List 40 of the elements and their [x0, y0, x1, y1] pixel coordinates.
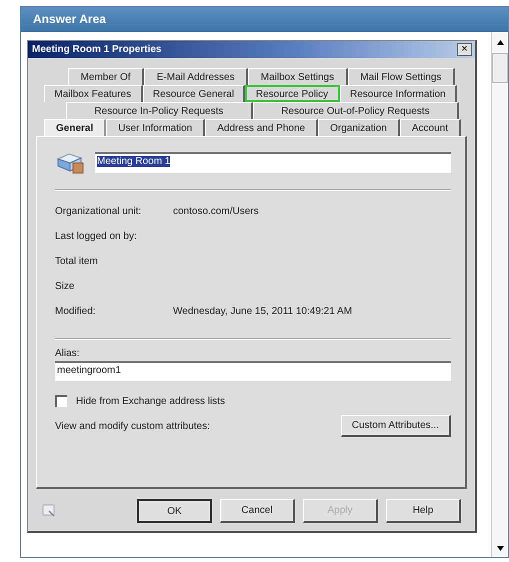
- close-button[interactable]: ×: [457, 43, 472, 56]
- tab[interactable]: Resource Out-of-Policy Requests: [252, 102, 460, 119]
- tab[interactable]: Member Of: [68, 68, 144, 85]
- tab[interactable]: E-Mail Addresses: [144, 68, 248, 85]
- checkbox[interactable]: [55, 395, 67, 407]
- tab[interactable]: Mailbox Features: [44, 85, 143, 102]
- property-value: Wednesday, June 15, 2011 10:49:21 AM: [173, 306, 352, 317]
- tab[interactable]: Mail Flow Settings: [348, 68, 456, 85]
- scroll-down-icon[interactable]: [496, 546, 504, 551]
- dialog-title: Meeting Room 1 Properties: [32, 44, 162, 55]
- property-label: Organizational unit:: [55, 206, 142, 217]
- dialog-button[interactable]: OK: [137, 499, 212, 523]
- dialog-button[interactable]: Help: [386, 499, 461, 523]
- panel-header: Answer Area: [21, 7, 508, 32]
- tab[interactable]: Mailbox Settings: [248, 68, 348, 85]
- property-label: Size: [55, 281, 76, 292]
- tab[interactable]: Resource Policy: [245, 85, 340, 102]
- help-icon[interactable]: [42, 504, 56, 518]
- alias-label: Alias:: [55, 348, 80, 359]
- name-field[interactable]: Meeting Room 1: [95, 152, 451, 172]
- tab[interactable]: Account: [400, 119, 462, 136]
- tab[interactable]: Address and Phone: [205, 119, 318, 136]
- tab[interactable]: General: [44, 119, 106, 136]
- alias-field[interactable]: meetingroom1: [55, 361, 451, 381]
- custom-attributes-label: View and modify custom attributes:: [55, 420, 210, 432]
- tab[interactable]: Resource General: [142, 85, 246, 102]
- dialog-button[interactable]: Cancel: [220, 499, 295, 523]
- checkbox-label: Hide from Exchange address lists: [76, 396, 225, 406]
- custom-attributes-button[interactable]: Custom Attributes...: [340, 415, 451, 437]
- property-label: Modified:: [55, 306, 97, 317]
- property-label: Total item: [55, 256, 99, 267]
- scroll-up-icon[interactable]: [496, 40, 504, 45]
- property-value: contoso.com/Users: [173, 206, 259, 217]
- scrollbar[interactable]: [491, 32, 508, 557]
- property-label: Last logged on by:: [55, 231, 138, 242]
- tab[interactable]: Organization: [318, 119, 400, 136]
- tab[interactable]: Resource In-Policy Requests: [66, 102, 253, 119]
- tab[interactable]: User Information: [106, 119, 206, 136]
- tab[interactable]: Resource Information: [340, 85, 457, 102]
- scroll-thumb[interactable]: [492, 53, 508, 83]
